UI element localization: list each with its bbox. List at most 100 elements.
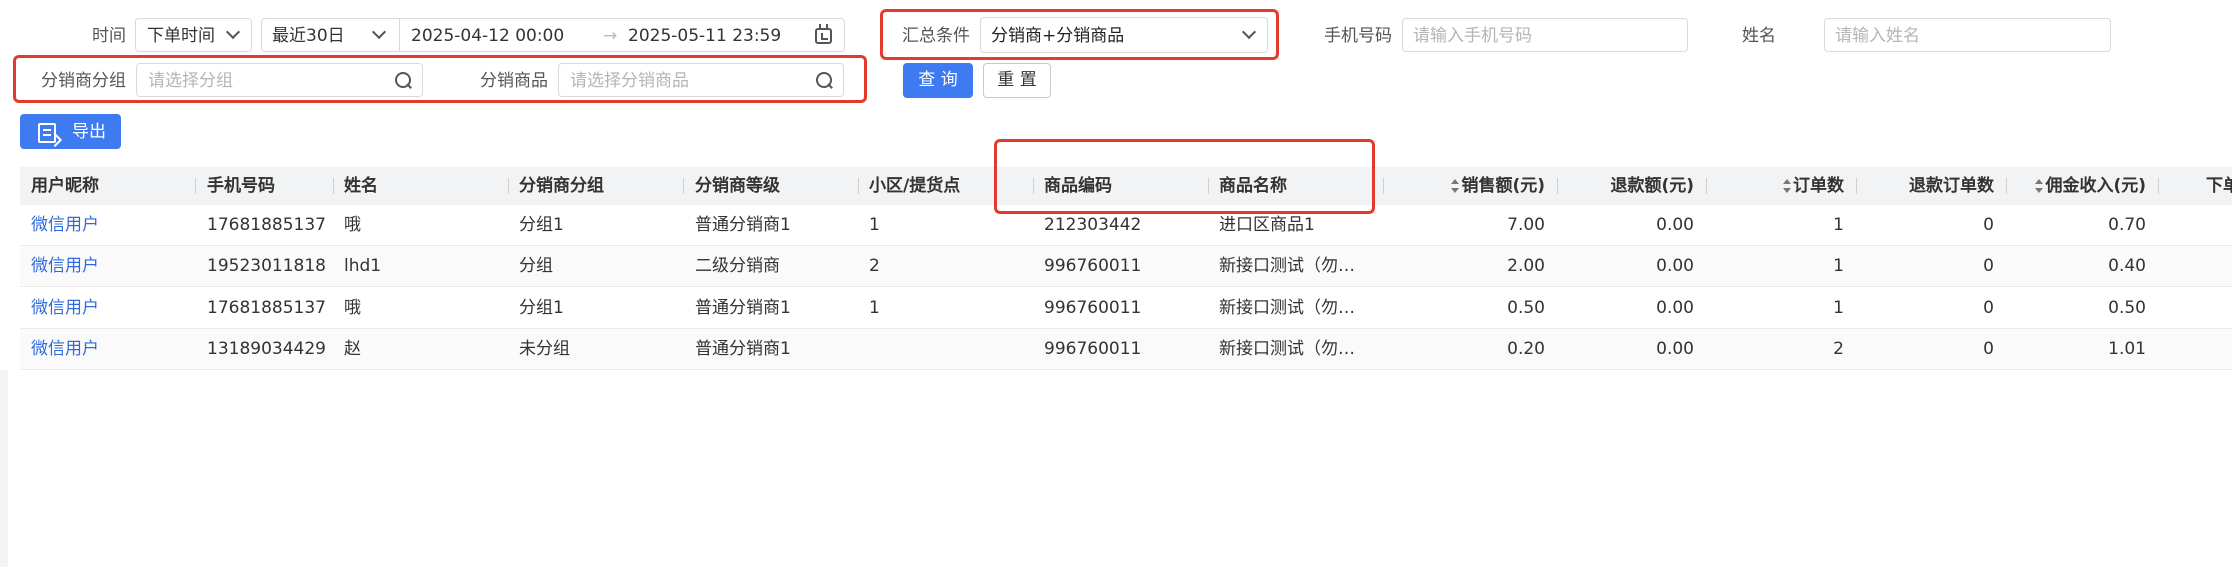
level-cell: 普通分销商1	[695, 298, 791, 318]
community-cell: 1	[869, 298, 880, 318]
column-header-sales[interactable]: 销售额(元)	[1427, 167, 1545, 205]
column-header-commission[interactable]: 佣金收入(元)	[2016, 167, 2146, 205]
scroll-gutter	[0, 370, 8, 567]
column-divider	[333, 178, 334, 194]
highlight-group-product-filters	[13, 55, 867, 103]
nickname-link[interactable]: 微信用户	[31, 329, 99, 369]
column-divider	[2006, 178, 2007, 194]
sales-cell: 2.00	[1507, 256, 1545, 276]
column-divider	[1706, 178, 1707, 194]
phone-placeholder: 请输入手机号码	[1413, 26, 1532, 46]
column-header-nickname: 用户昵称	[31, 176, 99, 196]
time-type-select[interactable]: 下单时间	[135, 18, 252, 52]
column-header-orders[interactable]: 订单数	[1720, 167, 1844, 205]
column-divider	[1383, 178, 1384, 194]
sort-icon[interactable]	[2035, 179, 2044, 193]
phone-input[interactable]: 请输入手机号码	[1402, 18, 1688, 52]
nickname-link[interactable]: 微信用户	[31, 246, 99, 286]
name-label: 姓名	[1742, 26, 1776, 46]
refund-orders-cell: 0	[1983, 256, 1994, 276]
refund-cell: 0.00	[1656, 256, 1694, 276]
refund-cell: 0.00	[1656, 215, 1694, 235]
name-input[interactable]: 请输入姓名	[1824, 18, 2111, 52]
column-divider	[195, 178, 196, 194]
phone-cell: 17681885137	[207, 298, 326, 318]
query-button[interactable]: 查 询	[903, 63, 973, 98]
column-divider	[2158, 178, 2159, 194]
table-row: 微信用户 19523011818 lhd1 分组 二级分销商 2 9967600…	[20, 246, 2232, 287]
product-code-cell: 996760011	[1044, 298, 1142, 318]
name-cell: lhd1	[344, 256, 382, 276]
column-divider	[1856, 178, 1857, 194]
column-header-refund-orders: 退款订单数	[1909, 176, 1994, 196]
column-divider	[508, 178, 509, 194]
sales-cell: 0.20	[1507, 339, 1545, 359]
column-header-level: 分销商等级	[695, 176, 780, 196]
level-cell: 普通分销商1	[695, 339, 791, 359]
export-label: 导出	[72, 122, 106, 142]
level-cell: 普通分销商1	[695, 215, 791, 235]
column-header-order-time: 下单	[2206, 176, 2232, 196]
column-header-name: 姓名	[344, 176, 378, 196]
chevron-down-icon	[225, 24, 241, 40]
highlight-summary-condition	[880, 9, 1279, 60]
end-date-value[interactable]: 2025-05-11 23:59	[628, 26, 781, 46]
nickname-link[interactable]: 微信用户	[31, 288, 99, 328]
group-cell: 分组1	[519, 215, 564, 235]
orders-cell: 1	[1833, 256, 1844, 276]
product-name-cell: 新接口测试（勿…	[1219, 256, 1355, 276]
chevron-down-icon	[371, 24, 387, 40]
community-cell: 1	[869, 215, 880, 235]
refund-cell: 0.00	[1656, 298, 1694, 318]
name-cell: 哦	[344, 215, 361, 235]
commission-cell: 1.01	[2108, 339, 2146, 359]
commission-header-label: 佣金收入(元)	[2045, 176, 2146, 196]
name-placeholder: 请输入姓名	[1835, 26, 1920, 46]
start-date-value[interactable]: 2025-04-12 00:00	[411, 26, 564, 46]
column-divider	[683, 178, 684, 194]
commission-cell: 0.40	[2108, 256, 2146, 276]
group-cell: 未分组	[519, 339, 570, 359]
column-header-phone: 手机号码	[207, 176, 275, 196]
name-cell: 赵	[344, 339, 361, 359]
column-header-community: 小区/提货点	[869, 176, 961, 196]
column-header-refund: 退款额(元)	[1610, 176, 1694, 196]
calendar-icon[interactable]	[815, 24, 832, 44]
community-cell: 2	[869, 256, 880, 276]
time-label: 时间	[92, 26, 126, 46]
refund-orders-cell: 0	[1983, 215, 1994, 235]
export-button[interactable]: 导出	[20, 114, 121, 149]
commission-cell: 0.50	[2108, 298, 2146, 318]
group-cell: 分组	[519, 256, 553, 276]
sort-icon[interactable]	[1783, 179, 1791, 193]
orders-cell: 1	[1833, 215, 1844, 235]
refund-orders-cell: 0	[1983, 298, 1994, 318]
level-cell: 二级分销商	[695, 256, 780, 276]
export-icon	[38, 123, 56, 143]
column-header-group: 分销商分组	[519, 176, 604, 196]
sales-cell: 7.00	[1507, 215, 1545, 235]
product-name-cell: 新接口测试（勿…	[1219, 339, 1355, 359]
group-cell: 分组1	[519, 298, 564, 318]
table-row: 微信用户 17681885137 哦 分组1 普通分销商1 1 99676001…	[20, 288, 2232, 329]
phone-cell: 13189034429	[207, 339, 326, 359]
phone-cell: 17681885137	[207, 215, 326, 235]
sales-header-label: 销售额(元)	[1461, 176, 1545, 196]
phone-cell: 19523011818	[207, 256, 326, 276]
orders-cell: 1	[1833, 298, 1844, 318]
product-code-cell: 996760011	[1044, 339, 1142, 359]
nickname-link[interactable]: 微信用户	[31, 205, 99, 245]
commission-cell: 0.70	[2108, 215, 2146, 235]
orders-cell: 2	[1833, 339, 1844, 359]
time-type-value: 下单时间	[147, 26, 215, 46]
product-name-cell: 新接口测试（勿…	[1219, 298, 1355, 318]
refund-orders-cell: 0	[1983, 339, 1994, 359]
refund-cell: 0.00	[1656, 339, 1694, 359]
product-code-cell: 996760011	[1044, 256, 1142, 276]
sales-cell: 0.50	[1507, 298, 1545, 318]
reset-button[interactable]: 重 置	[983, 63, 1051, 98]
date-range-picker[interactable]: 最近30日 2025-04-12 00:00 → 2025-05-11 23:5…	[261, 18, 845, 52]
time-range-value[interactable]: 最近30日	[272, 26, 345, 46]
highlight-product-columns	[994, 139, 1375, 214]
sort-icon[interactable]	[1451, 179, 1460, 193]
